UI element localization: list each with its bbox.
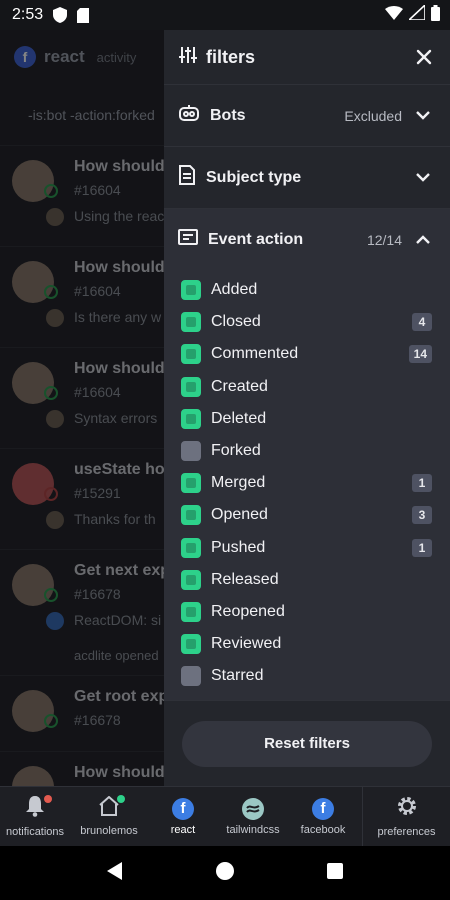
tab-react[interactable]: f react	[148, 787, 218, 846]
battery-icon	[431, 4, 440, 26]
status-bar: 2:53	[0, 0, 450, 30]
section-value: Excluded	[344, 107, 402, 124]
tab-label: preferences	[377, 826, 436, 838]
action-option-reviewed[interactable]: Reviewed	[164, 628, 450, 660]
action-option-added[interactable]: Added	[164, 274, 450, 306]
filters-drawer: filters Bots Excluded Subject type Event…	[164, 30, 450, 786]
tailwind-icon	[242, 797, 264, 820]
section-label: Event action	[208, 230, 304, 248]
tab-label: facebook	[300, 823, 346, 836]
tab-notifications[interactable]: notifications	[0, 787, 70, 846]
gear-icon	[396, 795, 418, 822]
system-nav-bar	[0, 846, 450, 900]
section-event-action[interactable]: Event action 12/14	[164, 208, 450, 270]
section-value: 12/14	[366, 231, 402, 248]
section-label: Subject type	[206, 168, 302, 186]
home-button-icon[interactable]	[215, 861, 235, 886]
tab-brunolemos[interactable]: brunolemos	[70, 787, 148, 846]
option-label: Opened	[211, 506, 268, 524]
count-badge: 3	[412, 506, 432, 525]
drawer-title: filters	[206, 46, 256, 67]
action-option-forked[interactable]: Forked	[164, 435, 450, 467]
count-badge: 4	[412, 313, 432, 332]
activity-card-icon	[178, 229, 198, 250]
close-icon[interactable]	[416, 49, 432, 65]
recents-icon[interactable]	[326, 862, 344, 885]
checkbox[interactable]	[181, 280, 201, 301]
action-option-closed[interactable]: Closed 4	[164, 306, 450, 338]
shield-icon	[53, 7, 68, 23]
checkbox[interactable]	[181, 537, 201, 558]
tab-label: tailwindcss	[226, 823, 280, 836]
robot-icon	[178, 104, 200, 127]
status-time: 2:53	[12, 6, 44, 23]
facebook-icon: f	[312, 797, 334, 820]
bell-icon	[25, 795, 45, 822]
tab-tailwindcss[interactable]: tailwindcss	[218, 787, 288, 846]
tab-label: notifications	[5, 826, 65, 838]
wifi-icon	[385, 5, 403, 25]
checkbox[interactable]	[181, 634, 201, 655]
checkbox[interactable]	[181, 601, 201, 622]
checkbox[interactable]	[181, 312, 201, 333]
sd-card-icon	[77, 7, 90, 23]
checkbox[interactable]	[181, 344, 201, 365]
checkbox[interactable]	[181, 666, 201, 687]
option-label: Added	[211, 281, 258, 299]
tab-facebook[interactable]: f facebook	[288, 787, 358, 846]
action-option-released[interactable]: Released	[164, 564, 450, 596]
option-label: Deleted	[211, 409, 267, 427]
action-option-reopened[interactable]: Reopened	[164, 596, 450, 628]
checkbox[interactable]	[181, 473, 201, 494]
action-option-commented[interactable]: Commented 14	[164, 338, 450, 370]
action-option-starred[interactable]: Starred	[164, 660, 450, 692]
back-icon[interactable]	[106, 861, 124, 886]
option-label: Pushed	[211, 538, 266, 556]
option-label: Closed	[211, 313, 261, 331]
bottom-tab-bar: notifications brunolemos f react tailwin…	[0, 786, 450, 846]
chevron-down-icon	[416, 107, 430, 125]
checkbox[interactable]	[181, 376, 201, 397]
option-label: Created	[211, 377, 268, 395]
option-label: Reviewed	[211, 635, 282, 653]
signal-icon	[406, 3, 426, 25]
section-bots[interactable]: Bots Excluded	[164, 84, 450, 146]
action-option-deleted[interactable]: Deleted	[164, 403, 450, 435]
option-label: Starred	[211, 667, 264, 685]
option-label: Commented	[211, 345, 299, 363]
option-label: Released	[211, 570, 279, 588]
reset-area: Reset filters	[164, 700, 450, 786]
action-option-pushed[interactable]: Pushed 1	[164, 532, 450, 564]
reset-filters-button[interactable]: Reset filters	[182, 720, 432, 767]
chevron-down-icon	[416, 169, 430, 187]
count-badge: 1	[412, 538, 432, 557]
action-option-created[interactable]: Created	[164, 371, 450, 403]
sliders-icon	[178, 45, 198, 70]
unread-dot	[44, 795, 52, 803]
option-label: Reopened	[211, 602, 285, 620]
chevron-up-icon	[416, 231, 430, 249]
checkbox[interactable]	[181, 408, 201, 429]
action-option-opened[interactable]: Opened 3	[164, 499, 450, 531]
facebook-icon: f	[172, 797, 194, 820]
tab-preferences[interactable]: preferences	[362, 787, 450, 846]
option-label: Merged	[211, 474, 266, 492]
action-option-merged[interactable]: Merged 1	[164, 467, 450, 499]
event-action-list: Added Closed 4 Commented 14 Created Dele…	[164, 270, 450, 756]
document-icon	[178, 165, 196, 190]
checkbox[interactable]	[181, 569, 201, 590]
tab-label: react	[170, 823, 196, 836]
unread-dot	[117, 795, 125, 803]
section-subject-type[interactable]: Subject type	[164, 146, 450, 208]
count-badge: 1	[412, 474, 432, 493]
drawer-header: filters	[164, 30, 450, 84]
option-label: Forked	[211, 442, 261, 460]
checkbox[interactable]	[181, 441, 201, 462]
section-label: Bots	[210, 106, 246, 124]
tab-label: brunolemos	[80, 825, 138, 837]
checkbox[interactable]	[181, 505, 201, 526]
count-badge: 14	[408, 345, 432, 364]
